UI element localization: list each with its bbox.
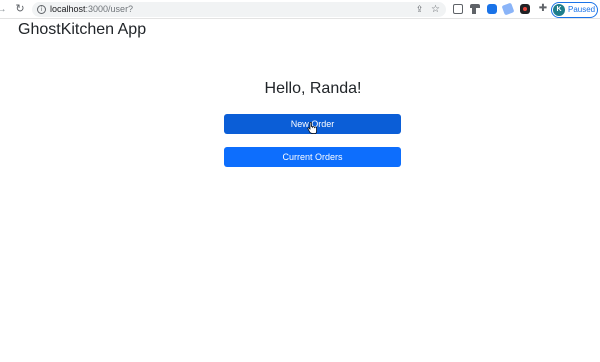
page-title: Hello, Randa!: [264, 80, 362, 97]
browser-toolbar: → ↻ i localhost:3000/user? ⇪ ☆ ✚ K Pause…: [0, 0, 600, 19]
bookmark-star-icon[interactable]: ☆: [430, 4, 441, 15]
app-brand[interactable]: GhostKitchen App: [18, 20, 146, 39]
hand-cursor-icon: [307, 122, 317, 134]
current-orders-button[interactable]: Current Orders: [224, 147, 401, 167]
extension-tag-icon[interactable]: [501, 2, 515, 16]
avatar: K: [553, 4, 565, 16]
info-icon[interactable]: i: [37, 5, 46, 14]
url-text[interactable]: localhost:3000/user?: [50, 4, 133, 15]
reload-icon[interactable]: ↻: [14, 3, 26, 15]
profile-status: Paused: [568, 5, 596, 14]
url-host: localhost: [50, 4, 86, 14]
extension-pin-icon[interactable]: [470, 4, 480, 14]
share-icon[interactable]: ⇪: [414, 4, 425, 15]
extension-dark-icon[interactable]: [520, 4, 530, 14]
url-path: :3000/user?: [85, 4, 134, 14]
forward-arrow-icon[interactable]: →: [0, 3, 8, 15]
extension-blue-icon[interactable]: [487, 4, 497, 14]
reading-list-icon[interactable]: [453, 4, 463, 14]
profile-button[interactable]: K Paused: [551, 2, 598, 18]
address-bar[interactable]: i localhost:3000/user? ⇪ ☆: [32, 2, 446, 17]
extensions-puzzle-icon[interactable]: ✚: [537, 3, 549, 15]
